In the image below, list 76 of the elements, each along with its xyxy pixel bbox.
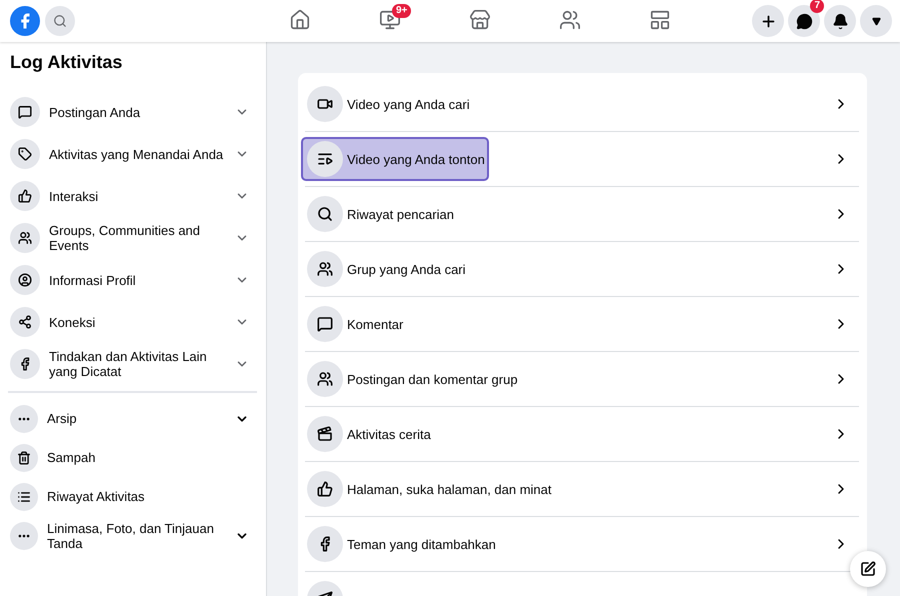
- play-list-icon: [317, 151, 333, 167]
- sidebar-label: Interaksi: [49, 188, 100, 204]
- people-icon: [317, 261, 333, 277]
- list-item[interactable]: Riwayat pencarian: [301, 192, 458, 236]
- item-label: Grup yang Anda cari: [347, 262, 466, 276]
- profile-icon: [18, 273, 32, 287]
- sidebar-item[interactable]: Groups, Communities and Events: [8, 217, 257, 259]
- sidebar-item[interactable]: Koneksi: [8, 301, 257, 343]
- page-title: Log Aktivitas: [10, 52, 124, 73]
- search-icon: [53, 14, 67, 28]
- plus-button[interactable]: [752, 5, 784, 37]
- sidebar-label: Riwayat Aktivitas: [47, 489, 146, 504]
- speech-bubble-icon: [18, 105, 32, 119]
- people-icon: [317, 371, 333, 387]
- thumbs-up-icon: [18, 189, 32, 203]
- list-item[interactable]: Video yang Anda cari: [301, 82, 474, 126]
- plus-icon: [760, 12, 776, 30]
- sidebar-item[interactable]: Sampah: [8, 438, 257, 477]
- item-label: Halaman, suka halaman, dan minat: [347, 482, 552, 496]
- search-button[interactable]: [45, 6, 75, 36]
- search-icon: [317, 206, 333, 222]
- sidebar-item[interactable]: Interaksi: [8, 175, 257, 217]
- square-icon: [649, 8, 671, 30]
- sidebar-item[interactable]: Postingan Anda: [8, 91, 257, 133]
- sidebar-label: Informasi Profil: [49, 272, 137, 288]
- sidebar-item[interactable]: Tindakan dan Aktivitas Lain yang Dicatat: [8, 343, 257, 385]
- thumbs-up-icon: [317, 481, 333, 497]
- tag-icon: [18, 147, 32, 161]
- list-item[interactable]: Aktivitas cerita: [301, 412, 435, 456]
- trash-icon: [17, 450, 31, 464]
- bell-icon: [832, 12, 848, 30]
- list-item[interactable]: Video yang Anda tonton: [301, 137, 489, 181]
- sidebar-item[interactable]: Aktivitas yang Menandai Anda: [8, 133, 257, 175]
- store-icon: [469, 8, 491, 30]
- item-label: Video yang Anda cari: [347, 96, 470, 112]
- list-item[interactable]: Postingan dan komentar grup: [301, 357, 522, 401]
- home-icon: [289, 8, 311, 30]
- sidebar-label: Koneksi: [49, 314, 96, 330]
- account-menu-button[interactable]: [860, 5, 892, 37]
- notifications-button[interactable]: [824, 5, 856, 37]
- sidebar-item[interactable]: Riwayat Aktivitas: [8, 477, 257, 516]
- sidebar-label: Arsip: [47, 411, 78, 426]
- notification-badge: 7: [810, 0, 824, 13]
- notification-badge: 9+: [392, 4, 412, 18]
- nav-tab[interactable]: 9+: [345, 0, 435, 42]
- item-label: Aktivitas cerita: [347, 426, 431, 442]
- chat-bubble-icon: [796, 12, 812, 30]
- item-label: Video yang Anda tonton: [347, 152, 485, 166]
- list-icon: [17, 490, 31, 504]
- sidebar-label: Linimasa, Foto, dan Tinjauan Tanda: [47, 520, 215, 550]
- list-item[interactable]: Teman yang ditambahkan: [301, 522, 500, 566]
- sidebar-label: Sampah: [47, 450, 96, 465]
- item-label: Postingan dan komentar grup: [347, 372, 518, 386]
- item-label: Teman yang ditambahkan: [347, 536, 496, 552]
- sidebar-label: Postingan Anda: [49, 104, 142, 120]
- speech-bubble-icon: [317, 316, 333, 332]
- list-item[interactable]: Halaman, suka halaman, dan minat: [301, 467, 556, 511]
- clapperboard-icon: [317, 426, 333, 442]
- sidebar-item[interactable]: Arsip: [8, 399, 257, 438]
- sidebar-item[interactable]: Linimasa, Foto, dan Tinjauan Tanda: [8, 516, 257, 555]
- facebook-logo[interactable]: [10, 6, 40, 36]
- sidebar-item[interactable]: Informasi Profil: [8, 259, 257, 301]
- compose-button[interactable]: [850, 551, 886, 587]
- sidebar-label: Groups, Communities and Events: [49, 223, 202, 253]
- sidebar-label: Aktivitas yang Menandai Anda: [49, 146, 224, 162]
- pencil-square-icon: [860, 561, 876, 577]
- nodes-icon: [18, 315, 32, 329]
- video-camera-icon: [317, 96, 333, 112]
- list-item[interactable]: Komentar: [301, 302, 408, 346]
- list-item[interactable]: Grup yang Anda cari: [301, 247, 470, 291]
- item-label: Komentar: [347, 316, 404, 332]
- people-icon: [559, 8, 581, 30]
- item-label: Riwayat pencarian: [347, 206, 454, 222]
- sidebar-label: Tindakan dan Aktivitas Lain yang Dicatat: [49, 349, 208, 379]
- caret-icon: [872, 16, 880, 26]
- people-icon: [18, 231, 32, 245]
